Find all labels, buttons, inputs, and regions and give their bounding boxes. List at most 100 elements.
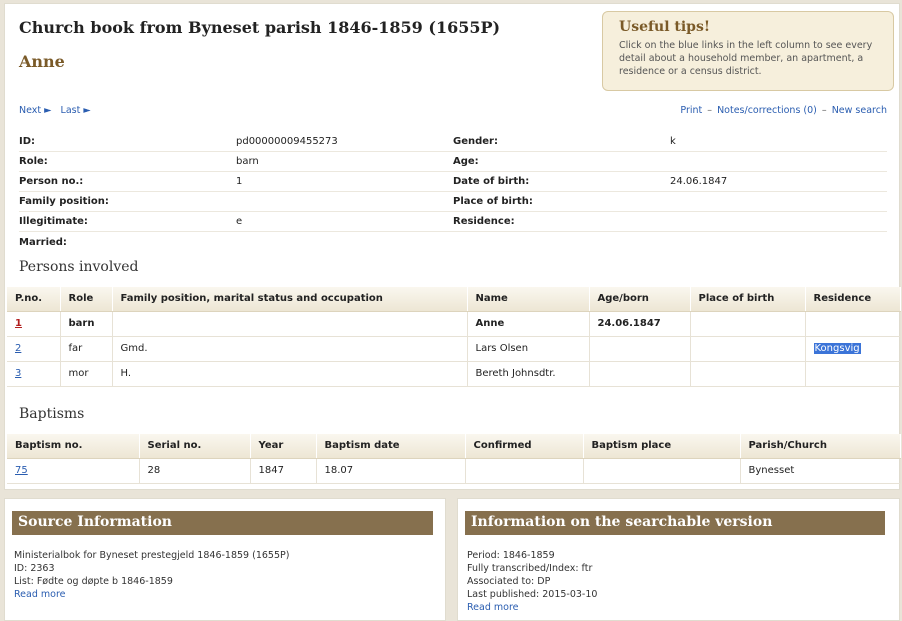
- detail-row: ID: pd00000009455273 Gender: k: [19, 132, 887, 152]
- age-born-cell: 24.06.1847: [589, 311, 691, 337]
- persons-involved-title: Persons involved: [19, 259, 139, 275]
- year-cell: 1847: [250, 458, 317, 484]
- notes-corrections-link[interactable]: Notes/corrections (0): [717, 105, 817, 116]
- table-row: 3 mor H. Bereth Johnsdtr.: [7, 361, 901, 387]
- detail-label: Illegitimate:: [19, 216, 88, 227]
- column-header: Family position, marital status and occu…: [112, 287, 468, 312]
- source-information-panel: Source Information Ministerialbok for By…: [4, 498, 446, 621]
- detail-value: pd00000009455273: [236, 136, 338, 147]
- name-cell: Bereth Johnsdtr.: [467, 361, 590, 387]
- parish-church-cell: Bynesset: [740, 458, 901, 484]
- column-header: Role: [60, 287, 113, 312]
- table-row: 75 28 1847 18.07 Bynesset: [7, 458, 901, 484]
- tips-title: Useful tips!: [619, 19, 710, 35]
- detail-value: 1: [236, 176, 243, 187]
- searchable-read-more-link[interactable]: Read more: [467, 602, 519, 613]
- age-born-cell: [589, 336, 691, 362]
- searchable-version-body: Period: 1846-1859 Fully transcribed/Inde…: [467, 549, 597, 614]
- name-cell: Anne: [467, 311, 590, 337]
- role-cell: mor: [60, 361, 113, 387]
- baptisms-title: Baptisms: [19, 406, 85, 422]
- detail-row: Person no.: 1 Date of birth: 24.06.1847: [19, 172, 887, 192]
- place-of-birth-cell: [690, 336, 806, 362]
- baptism-place-cell: [583, 458, 741, 484]
- last-link[interactable]: Last ►: [61, 105, 91, 116]
- person-number-link[interactable]: 1: [15, 318, 22, 329]
- page-title: Church book from Byneset parish 1846-185…: [19, 18, 501, 37]
- detail-row: Family position: Place of birth:: [19, 192, 887, 212]
- residence-cell-selected[interactable]: Kongsvig: [813, 343, 861, 354]
- next-link[interactable]: Next ►: [19, 105, 51, 116]
- searchable-version-panel: Information on the searchable version Pe…: [457, 498, 900, 621]
- role-cell: far: [60, 336, 113, 362]
- column-header: Confirmed: [465, 434, 584, 459]
- page-actions: Print – Notes/corrections (0) – New sear…: [680, 105, 887, 116]
- family-position-cell: Gmd.: [112, 336, 468, 362]
- table-row: 2 far Gmd. Lars Olsen Kongsvig: [7, 336, 901, 362]
- searchable-line: Period: 1846-1859: [467, 550, 555, 561]
- name-cell: Lars Olsen: [467, 336, 590, 362]
- confirmed-cell: [465, 458, 584, 484]
- person-number-link[interactable]: 2: [15, 343, 21, 354]
- detail-row: Illegitimate: e Residence:: [19, 212, 887, 232]
- column-header: Year: [250, 434, 317, 459]
- separator: –: [821, 105, 827, 116]
- person-details: ID: pd00000009455273 Gender: k Role: bar…: [19, 132, 887, 252]
- table-header-row: Baptism no. Serial no. Year Baptism date…: [7, 434, 901, 459]
- serial-no-cell: 28: [139, 458, 251, 484]
- column-header: Residence: [805, 287, 901, 312]
- detail-label: Place of birth:: [453, 196, 533, 207]
- table-header-row: P.no. Role Family position, marital stat…: [7, 287, 901, 312]
- residence-cell: [805, 361, 901, 387]
- column-header: Baptism place: [583, 434, 741, 459]
- detail-row: Married:: [19, 232, 887, 252]
- column-header: Baptism date: [316, 434, 466, 459]
- role-cell: barn: [60, 311, 113, 337]
- age-born-cell: [589, 361, 691, 387]
- detail-value: barn: [236, 156, 259, 167]
- baptisms-table: Baptism no. Serial no. Year Baptism date…: [7, 434, 901, 484]
- record-navigation: Next ► Last ►: [19, 105, 91, 116]
- useful-tips-box: Useful tips! Click on the blue links in …: [602, 11, 894, 91]
- source-line: Ministerialbok for Byneset prestegjeld 1…: [14, 550, 290, 561]
- main-content: Church book from Byneset parish 1846-185…: [4, 3, 901, 490]
- source-read-more-link[interactable]: Read more: [14, 589, 66, 600]
- detail-label: Person no.:: [19, 176, 84, 187]
- table-row: 1 barn Anne 24.06.1847: [7, 311, 901, 337]
- detail-label: Family position:: [19, 196, 109, 207]
- new-search-link[interactable]: New search: [832, 105, 887, 116]
- tips-text: Click on the blue links in the left colu…: [619, 40, 873, 77]
- family-position-cell: H.: [112, 361, 468, 387]
- searchable-line: Fully transcribed/Index: ftr: [467, 563, 593, 574]
- column-header: Name: [467, 287, 590, 312]
- searchable-version-title: Information on the searchable version: [465, 511, 885, 535]
- detail-label: Married:: [19, 236, 67, 248]
- source-information-body: Ministerialbok for Byneset prestegjeld 1…: [14, 549, 289, 601]
- searchable-line: Last published: 2015-03-10: [467, 589, 598, 600]
- detail-label: Age:: [453, 156, 479, 167]
- person-name-heading: Anne: [19, 52, 65, 71]
- searchable-line: Associated to: DP: [467, 576, 551, 587]
- family-position-cell: [112, 311, 468, 337]
- source-line: ID: 2363: [14, 563, 55, 574]
- residence-cell: [805, 311, 901, 337]
- detail-label: Role:: [19, 156, 48, 167]
- detail-label: ID:: [19, 136, 36, 147]
- column-header: P.no.: [7, 287, 61, 312]
- column-header: Baptism no.: [7, 434, 140, 459]
- baptism-date-cell: 18.07: [316, 458, 466, 484]
- separator: –: [707, 105, 713, 116]
- persons-table: P.no. Role Family position, marital stat…: [7, 287, 901, 387]
- print-link[interactable]: Print: [680, 105, 702, 116]
- baptism-number-link[interactable]: 75: [15, 465, 28, 476]
- place-of-birth-cell: [690, 311, 806, 337]
- column-header: Age/born: [589, 287, 691, 312]
- detail-label: Date of birth:: [453, 176, 530, 187]
- detail-value: k: [670, 136, 676, 147]
- detail-value: e: [236, 216, 243, 227]
- column-header: Place of birth: [690, 287, 806, 312]
- place-of-birth-cell: [690, 361, 806, 387]
- person-number-link[interactable]: 3: [15, 368, 21, 379]
- detail-label: Residence:: [453, 216, 515, 227]
- detail-value: 24.06.1847: [670, 176, 728, 187]
